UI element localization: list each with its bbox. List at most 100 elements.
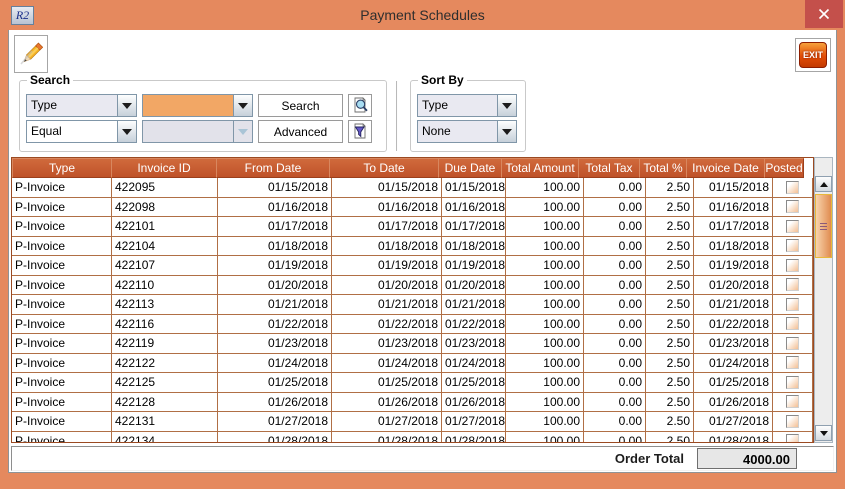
cell-posted[interactable]	[773, 217, 813, 236]
cell-type[interactable]: P-Invoice	[12, 178, 112, 197]
cell-due_date[interactable]: 01/20/2018	[442, 276, 506, 295]
search-operator-combobox[interactable]: Equal	[26, 120, 137, 143]
cell-due_date[interactable]: 01/22/2018	[442, 315, 506, 334]
table-row[interactable]: P-Invoice42213401/28/201801/28/201801/28…	[12, 432, 813, 444]
cell-posted[interactable]	[773, 393, 813, 412]
scrollbar-thumb[interactable]	[815, 194, 832, 258]
cell-to_date[interactable]: 01/15/2018	[332, 178, 442, 197]
exit-button[interactable]: EXIT	[799, 42, 827, 68]
cell-invoice_date[interactable]: 01/27/2018	[694, 412, 773, 431]
cell-invoice_date[interactable]: 01/18/2018	[694, 237, 773, 256]
cell-type[interactable]: P-Invoice	[12, 315, 112, 334]
cell-posted[interactable]	[773, 432, 813, 444]
cell-invoice_id[interactable]: 422101	[112, 217, 218, 236]
cell-type[interactable]: P-Invoice	[12, 276, 112, 295]
cell-from_date[interactable]: 01/22/2018	[218, 315, 332, 334]
cell-total_pct[interactable]: 2.50	[646, 412, 694, 431]
table-row[interactable]: P-Invoice42210101/17/201801/17/201801/17…	[12, 217, 813, 237]
search-button[interactable]: Search	[258, 94, 343, 117]
cell-from_date[interactable]: 01/21/2018	[218, 295, 332, 314]
table-row[interactable]: P-Invoice42211901/23/201801/23/201801/23…	[12, 334, 813, 354]
cell-from_date[interactable]: 01/17/2018	[218, 217, 332, 236]
table-row[interactable]: P-Invoice42209801/16/201801/16/201801/16…	[12, 198, 813, 218]
search-value-input[interactable]	[143, 95, 233, 116]
cell-from_date[interactable]: 01/27/2018	[218, 412, 332, 431]
cell-invoice_id[interactable]: 422098	[112, 198, 218, 217]
cell-posted[interactable]	[773, 412, 813, 431]
cell-invoice_date[interactable]: 01/24/2018	[694, 354, 773, 373]
cell-due_date[interactable]: 01/19/2018	[442, 256, 506, 275]
cell-invoice_id[interactable]: 422104	[112, 237, 218, 256]
cell-from_date[interactable]: 01/28/2018	[218, 432, 332, 444]
cell-due_date[interactable]: 01/23/2018	[442, 334, 506, 353]
cell-type[interactable]: P-Invoice	[12, 354, 112, 373]
posted-checkbox[interactable]	[786, 239, 799, 252]
table-row[interactable]: P-Invoice42210401/18/201801/18/201801/18…	[12, 237, 813, 257]
cell-total_pct[interactable]: 2.50	[646, 334, 694, 353]
cell-total_amount[interactable]: 100.00	[506, 178, 584, 197]
cell-to_date[interactable]: 01/27/2018	[332, 412, 442, 431]
cell-to_date[interactable]: 01/16/2018	[332, 198, 442, 217]
cell-invoice_id[interactable]: 422107	[112, 256, 218, 275]
posted-checkbox[interactable]	[786, 356, 799, 369]
cell-total_amount[interactable]: 100.00	[506, 412, 584, 431]
cell-posted[interactable]	[773, 276, 813, 295]
posted-checkbox[interactable]	[786, 200, 799, 213]
cell-total_tax[interactable]: 0.00	[584, 178, 646, 197]
chevron-down-icon[interactable]	[117, 95, 136, 116]
cell-to_date[interactable]: 01/24/2018	[332, 354, 442, 373]
cell-posted[interactable]	[773, 354, 813, 373]
cell-invoice_id[interactable]: 422119	[112, 334, 218, 353]
cell-from_date[interactable]: 01/15/2018	[218, 178, 332, 197]
cell-invoice_date[interactable]: 01/16/2018	[694, 198, 773, 217]
cell-type[interactable]: P-Invoice	[12, 432, 112, 444]
cell-to_date[interactable]: 01/28/2018	[332, 432, 442, 444]
scroll-up-button[interactable]	[815, 176, 832, 192]
cell-total_tax[interactable]: 0.00	[584, 256, 646, 275]
cell-type[interactable]: P-Invoice	[12, 237, 112, 256]
cell-total_pct[interactable]: 2.50	[646, 393, 694, 412]
scroll-down-button[interactable]	[815, 425, 832, 441]
cell-due_date[interactable]: 01/15/2018	[442, 178, 506, 197]
cell-due_date[interactable]: 01/27/2018	[442, 412, 506, 431]
cell-total_amount[interactable]: 100.00	[506, 217, 584, 236]
cell-invoice_id[interactable]: 422134	[112, 432, 218, 444]
cell-total_pct[interactable]: 2.50	[646, 178, 694, 197]
cell-to_date[interactable]: 01/19/2018	[332, 256, 442, 275]
cell-due_date[interactable]: 01/24/2018	[442, 354, 506, 373]
cell-total_pct[interactable]: 2.50	[646, 276, 694, 295]
advanced-filter-button[interactable]	[348, 120, 372, 143]
posted-checkbox[interactable]	[786, 181, 799, 194]
cell-type[interactable]: P-Invoice	[12, 393, 112, 412]
posted-checkbox[interactable]	[786, 259, 799, 272]
cell-total_tax[interactable]: 0.00	[584, 412, 646, 431]
cell-due_date[interactable]: 01/26/2018	[442, 393, 506, 412]
cell-total_tax[interactable]: 0.00	[584, 276, 646, 295]
cell-due_date[interactable]: 01/21/2018	[442, 295, 506, 314]
cell-invoice_id[interactable]: 422125	[112, 373, 218, 392]
search-field-combobox[interactable]: Type	[26, 94, 137, 117]
cell-total_pct[interactable]: 2.50	[646, 432, 694, 444]
cell-posted[interactable]	[773, 373, 813, 392]
cell-total_pct[interactable]: 2.50	[646, 198, 694, 217]
cell-due_date[interactable]: 01/17/2018	[442, 217, 506, 236]
cell-invoice_date[interactable]: 01/17/2018	[694, 217, 773, 236]
cell-to_date[interactable]: 01/25/2018	[332, 373, 442, 392]
cell-invoice_date[interactable]: 01/23/2018	[694, 334, 773, 353]
cell-total_amount[interactable]: 100.00	[506, 334, 584, 353]
cell-total_tax[interactable]: 0.00	[584, 295, 646, 314]
cell-invoice_date[interactable]: 01/26/2018	[694, 393, 773, 412]
posted-checkbox[interactable]	[786, 278, 799, 291]
cell-from_date[interactable]: 01/26/2018	[218, 393, 332, 412]
posted-checkbox[interactable]	[786, 337, 799, 350]
cell-total_pct[interactable]: 2.50	[646, 315, 694, 334]
posted-checkbox[interactable]	[786, 434, 799, 443]
chevron-down-icon[interactable]	[497, 95, 516, 116]
table-row[interactable]: P-Invoice42211301/21/201801/21/201801/21…	[12, 295, 813, 315]
cell-invoice_date[interactable]: 01/28/2018	[694, 432, 773, 444]
cell-from_date[interactable]: 01/16/2018	[218, 198, 332, 217]
cell-total_amount[interactable]: 100.00	[506, 256, 584, 275]
cell-type[interactable]: P-Invoice	[12, 334, 112, 353]
chevron-down-icon[interactable]	[117, 121, 136, 142]
cell-total_amount[interactable]: 100.00	[506, 315, 584, 334]
